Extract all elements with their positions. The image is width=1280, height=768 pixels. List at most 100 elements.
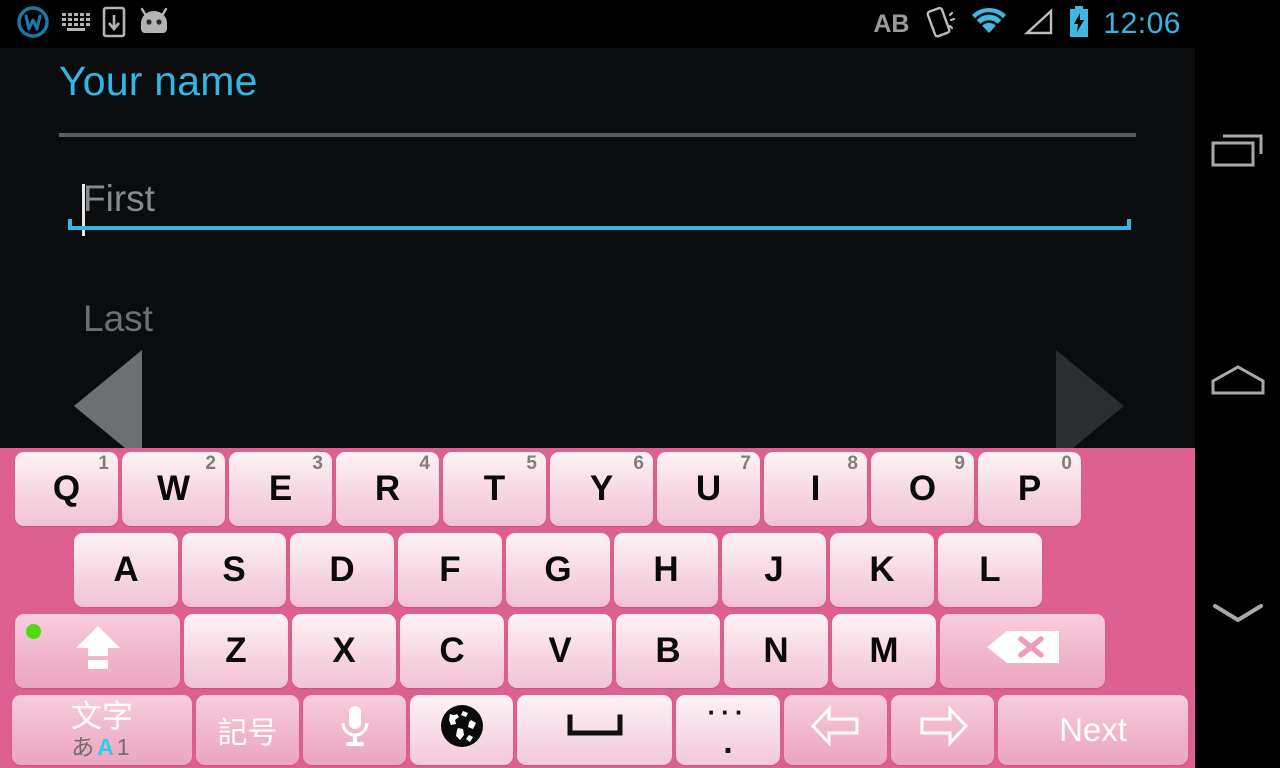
screen-root: AB 12:06 Your name First Last Q 1 W 2 E … [0, 0, 1280, 768]
key-label: Q [52, 469, 81, 508]
input-mode-label: 文字 [71, 699, 133, 734]
key-label: U [695, 469, 722, 508]
status-bar[interactable]: AB 12:06 [0, 0, 1195, 48]
key-y[interactable]: Y6 [550, 452, 653, 526]
language-switch-key[interactable] [410, 695, 513, 765]
chevron-down-icon [1209, 598, 1267, 633]
cursor-left-key[interactable] [784, 695, 887, 765]
key-i[interactable]: I8 [764, 452, 867, 526]
android-robot-icon [136, 7, 172, 42]
globe-language-icon [438, 702, 486, 759]
microphone-icon [337, 703, 373, 758]
key-label: T [483, 469, 506, 508]
key-r[interactable]: R4 [336, 452, 439, 526]
key-a[interactable]: A [74, 533, 178, 607]
keyboard-row-4: 文字 あA1 記号 ··· . Next [0, 695, 1195, 765]
key-superscript: 2 [205, 453, 216, 474]
backspace-key[interactable] [940, 614, 1105, 688]
first-name-placeholder: First [83, 178, 155, 219]
key-label: E [268, 469, 293, 508]
mode-num: 1 [116, 734, 133, 760]
next-key-label: Next [1059, 711, 1127, 748]
cursor-right-key[interactable] [891, 695, 994, 765]
key-label: Y [589, 469, 614, 508]
input-mode-submodes: あA1 [71, 736, 132, 759]
key-l[interactable]: L [938, 533, 1042, 607]
app-logo-icon [16, 5, 50, 44]
home-button[interactable] [1195, 338, 1280, 428]
key-n[interactable]: N [724, 614, 828, 688]
input-mode-key[interactable]: 文字 あA1 [12, 695, 192, 765]
download-to-device-icon [102, 6, 126, 43]
key-p[interactable]: P0 [978, 452, 1081, 526]
key-z[interactable]: Z [184, 614, 288, 688]
key-g[interactable]: G [506, 533, 610, 607]
key-superscript: 5 [526, 453, 537, 474]
home-icon [1209, 361, 1267, 406]
title-divider [59, 133, 1136, 137]
key-d[interactable]: D [290, 533, 394, 607]
key-c[interactable]: C [400, 614, 504, 688]
key-superscript: 3 [312, 453, 323, 474]
voice-input-key[interactable] [303, 695, 406, 765]
symbols-key[interactable]: 記号 [196, 695, 299, 765]
period-key[interactable]: ··· . [676, 695, 780, 765]
keyboard-row-1: Q1 W2 E3 R4 T5 Y6 U7 I8 O9 P0 [0, 452, 1195, 526]
space-bar-icon [565, 710, 625, 750]
key-b[interactable]: B [616, 614, 720, 688]
input-mode-inner: 文字 あA1 [71, 701, 133, 759]
page-title: Your name [59, 58, 258, 104]
first-name-field[interactable]: First [68, 178, 1131, 236]
arrow-right-icon [916, 704, 970, 756]
next-key[interactable]: Next [998, 695, 1188, 765]
key-j[interactable]: J [722, 533, 826, 607]
key-k[interactable]: K [830, 533, 934, 607]
mode-alpha: A [97, 734, 117, 760]
key-superscript: 6 [633, 453, 644, 474]
mode-kana: あ [71, 734, 98, 760]
caps-lock-arrow-icon [69, 622, 127, 681]
last-name-field[interactable]: Last [68, 298, 153, 340]
caps-lock-led-icon [26, 624, 41, 639]
key-m[interactable]: M [832, 614, 936, 688]
symbols-label: 記号 [217, 717, 278, 750]
recents-button[interactable] [1195, 110, 1280, 200]
key-t[interactable]: T5 [443, 452, 546, 526]
period-alternates: ··· [707, 697, 749, 727]
keyboard-icon [60, 9, 92, 40]
key-superscript: 9 [954, 453, 965, 474]
status-bar-system-icons: AB 12:06 [873, 0, 1181, 48]
clock: 12:06 [1103, 7, 1181, 40]
next-button[interactable] [1056, 350, 1124, 448]
keyboard-row-3: Z X C V B N M [0, 614, 1195, 688]
key-f[interactable]: F [398, 533, 502, 607]
onscreen-keyboard[interactable]: Q1 W2 E3 R4 T5 Y6 U7 I8 O9 P0 A S D F G … [0, 448, 1195, 768]
key-w[interactable]: W2 [122, 452, 225, 526]
recents-icon [1209, 132, 1267, 179]
hide-keyboard-button[interactable] [1195, 570, 1280, 660]
ab-indicator: AB [873, 9, 910, 38]
backspace-icon [983, 627, 1063, 676]
key-e[interactable]: E3 [229, 452, 332, 526]
last-name-placeholder: Last [83, 298, 153, 339]
key-s[interactable]: S [182, 533, 286, 607]
key-q[interactable]: Q1 [15, 452, 118, 526]
key-label: P [1017, 469, 1042, 508]
key-u[interactable]: U7 [657, 452, 760, 526]
device-screen: AB 12:06 Your name First Last Q 1 W 2 E … [0, 0, 1195, 768]
shift-key[interactable] [15, 614, 180, 688]
first-name-underline [68, 219, 1131, 230]
previous-button[interactable] [74, 350, 142, 448]
key-x[interactable]: X [292, 614, 396, 688]
key-superscript: 7 [740, 453, 751, 474]
key-v[interactable]: V [508, 614, 612, 688]
key-h[interactable]: H [614, 533, 718, 607]
vibrate-icon [921, 5, 957, 44]
signal-icon [1021, 7, 1055, 42]
key-o[interactable]: O9 [871, 452, 974, 526]
battery-charging-icon [1067, 5, 1091, 44]
key-superscript: 1 [98, 453, 109, 474]
space-key[interactable] [517, 695, 672, 765]
status-bar-notification-icons [0, 5, 172, 44]
key-label: I [810, 469, 821, 508]
